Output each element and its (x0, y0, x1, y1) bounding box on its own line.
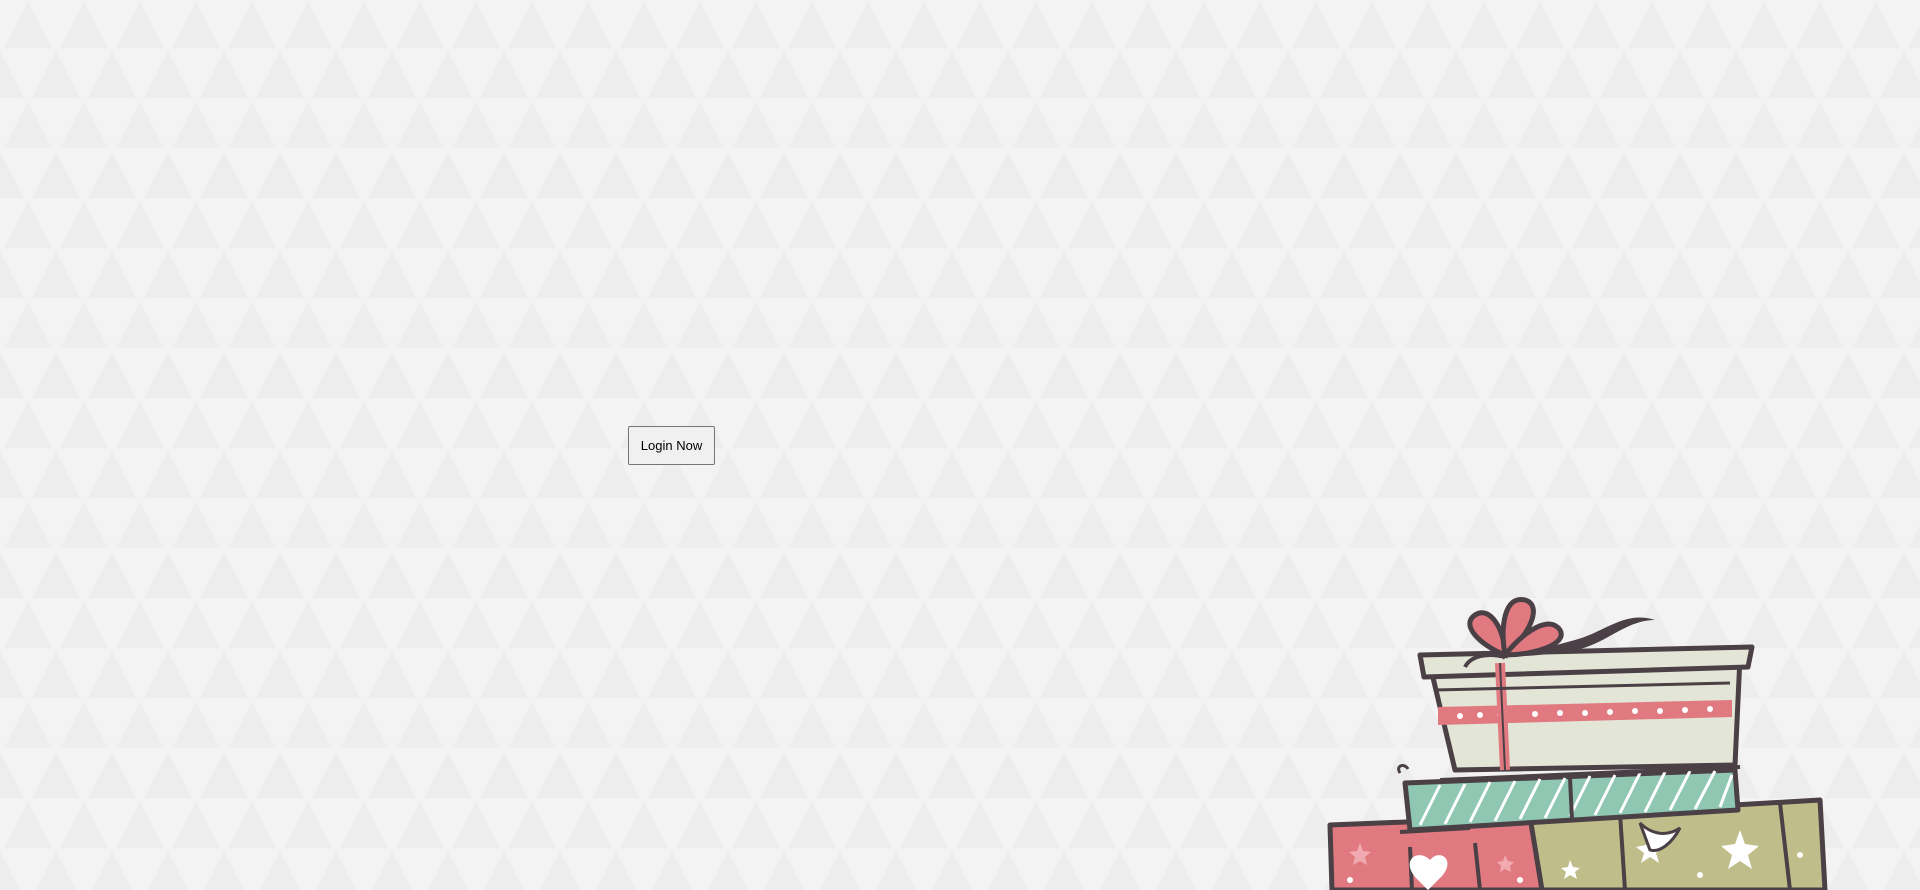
login-now-button[interactable]: Login Now (628, 426, 715, 465)
cream-gift-box (1417, 644, 1755, 773)
gift-boxes-illustration (1327, 597, 1828, 890)
